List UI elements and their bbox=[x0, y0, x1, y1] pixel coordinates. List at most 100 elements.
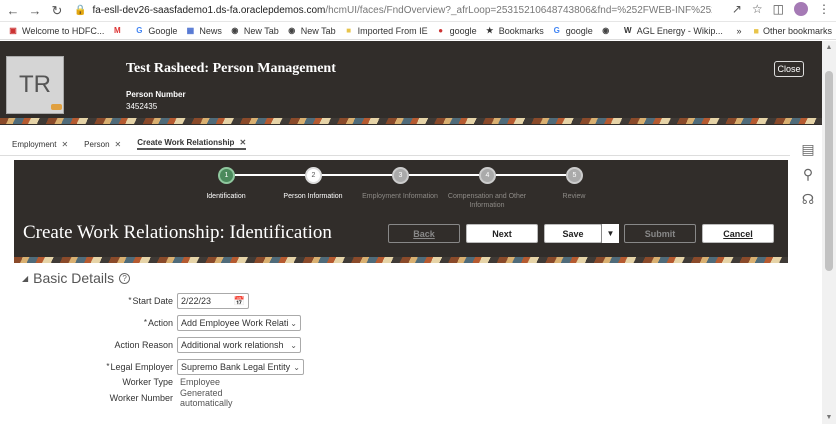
share-icon[interactable]: ↗ bbox=[732, 2, 742, 16]
bookmark-gmail[interactable]: M bbox=[112, 26, 126, 36]
news-icon: ▦ bbox=[186, 26, 195, 35]
collapse-triangle-icon[interactable]: ◢ bbox=[22, 274, 28, 283]
train-step-4: 4 bbox=[479, 167, 496, 184]
field-label-text: Legal Employer bbox=[110, 362, 173, 372]
train-step-label-2: Person Information bbox=[283, 193, 343, 200]
save-button-label: Save bbox=[562, 228, 584, 239]
close-icon[interactable]: ✕ bbox=[115, 140, 122, 149]
close-icon[interactable]: ✕ bbox=[239, 138, 246, 147]
bookmark-google-2[interactable]: ● google bbox=[436, 25, 477, 36]
bookmark-globe[interactable]: ◉ bbox=[601, 26, 615, 36]
chevron-right-icon[interactable]: » bbox=[737, 26, 742, 36]
train-connector bbox=[235, 174, 305, 176]
document-icon[interactable]: ▤ bbox=[799, 140, 817, 158]
bookmark-imported[interactable]: ■ Imported From IE bbox=[344, 26, 427, 36]
google-red-icon: ● bbox=[438, 26, 444, 35]
sidebar-icon[interactable]: ◫ bbox=[773, 2, 784, 16]
bookmark-overflow[interactable]: » ■ Other bookmarks bbox=[737, 22, 832, 40]
chevron-down-icon[interactable]: ⌄ bbox=[290, 341, 297, 350]
train-step-2[interactable]: 2 bbox=[305, 167, 322, 184]
close-icon[interactable]: ✕ bbox=[61, 140, 68, 149]
bookmark-bookmarks[interactable]: ★ Bookmarks bbox=[485, 26, 544, 36]
calendar-icon[interactable]: 📅 bbox=[234, 296, 245, 307]
action-select[interactable]: Add Employee Work Relati ⌄ bbox=[177, 315, 301, 331]
search-icon[interactable]: ⚲ bbox=[799, 165, 817, 183]
bookmark-newtab-1[interactable]: ◉ New Tab bbox=[230, 25, 279, 36]
bookmark-label: google bbox=[565, 25, 593, 36]
bookmark-label: New Tab bbox=[300, 25, 336, 36]
forward-arrow-icon[interactable]: → bbox=[26, 2, 44, 20]
google-icon: G bbox=[136, 26, 143, 35]
back-arrow-icon[interactable]: ← bbox=[4, 2, 22, 20]
scroll-up-icon[interactable]: ▲ bbox=[825, 44, 833, 51]
train-step-1[interactable]: 1 bbox=[218, 167, 235, 184]
bookmark-agl[interactable]: W AGL Energy - Wikip... bbox=[623, 26, 723, 36]
bookmark-google-3[interactable]: Ggoogle bbox=[552, 26, 593, 36]
star-icon[interactable]: ☆ bbox=[752, 2, 763, 16]
worker-number-label: Worker Number bbox=[109, 393, 173, 403]
url-path: /hcmUI/faces/FndOverview?_afrLoop=253152… bbox=[325, 5, 713, 16]
tab-person[interactable]: Person ✕ bbox=[84, 140, 121, 149]
avatar: TR bbox=[6, 56, 64, 114]
legal-employer-value: Supremo Bank Legal Entity bbox=[181, 362, 291, 372]
submit-button-label: Submit bbox=[644, 228, 676, 239]
hdfc-icon: ▣ bbox=[9, 26, 17, 35]
bookmark-label: News bbox=[199, 25, 222, 36]
headset-icon[interactable]: ☊ bbox=[799, 190, 817, 208]
gmail-icon: M bbox=[114, 26, 121, 35]
scrollbar[interactable]: ▲ ▼ bbox=[822, 41, 836, 424]
back-button[interactable]: Back bbox=[388, 224, 460, 243]
field-label-text: Action bbox=[147, 318, 173, 328]
tab-label: Create Work Relationship bbox=[137, 138, 235, 147]
person-number-value: 3452435 bbox=[126, 102, 158, 111]
reload-icon[interactable]: ↻ bbox=[48, 2, 66, 20]
bookmark-google[interactable]: G Google bbox=[134, 26, 177, 36]
next-button[interactable]: Next bbox=[466, 224, 538, 243]
bookmark-label: New Tab bbox=[243, 25, 279, 36]
scroll-down-icon[interactable]: ▼ bbox=[825, 414, 833, 421]
bookmark-news[interactable]: ▦ News bbox=[185, 26, 222, 36]
field-label-text: Start Date bbox=[132, 296, 173, 306]
train-step-label-4: Compensation and Other Information bbox=[447, 193, 527, 209]
start-date-value: 2/22/23 bbox=[181, 296, 212, 306]
worker-type-value: Employee bbox=[180, 377, 221, 387]
chevron-down-icon[interactable]: ⌄ bbox=[293, 363, 300, 372]
action-reason-select[interactable]: Additional work relationsh ⌄ bbox=[177, 337, 301, 353]
url-field[interactable]: fa-esll-dev26-saasfademo1.ds-fa.oraclepd… bbox=[92, 5, 712, 16]
action-label: *Action bbox=[143, 318, 173, 328]
submit-button[interactable]: Submit bbox=[624, 224, 696, 243]
chevron-down-icon[interactable]: ⌄ bbox=[290, 319, 297, 328]
train-connector bbox=[496, 174, 566, 176]
save-button[interactable]: Save bbox=[544, 224, 602, 243]
field-label-text: Action Reason bbox=[114, 340, 173, 350]
tab-bar: Employment ✕ Person ✕ Create Work Relation… bbox=[0, 135, 250, 153]
train-connector bbox=[322, 174, 392, 176]
globe-icon: ◉ bbox=[231, 26, 239, 35]
train-step-3: 3 bbox=[392, 167, 409, 184]
start-date-field[interactable]: 2/22/23 📅 bbox=[177, 293, 249, 309]
url-host: fa-esll-dev26-saasfademo1.ds-fa.oraclepd… bbox=[92, 5, 326, 16]
tab-employment[interactable]: Employment ✕ bbox=[12, 140, 68, 149]
bookmark-label: google bbox=[449, 25, 477, 36]
legal-employer-select[interactable]: Supremo Bank Legal Entity ⌄ bbox=[177, 359, 304, 375]
avatar-initials: TR bbox=[19, 71, 51, 98]
save-menu-caret-icon[interactable]: ▼ bbox=[601, 224, 619, 243]
train-step-5: 5 bbox=[566, 167, 583, 184]
menu-dots-icon[interactable]: ⋮ bbox=[818, 2, 830, 16]
bookmark-hdfc[interactable]: ▣ Welcome to HDFC... bbox=[8, 26, 104, 36]
other-bookmarks[interactable]: Other bookmarks bbox=[763, 26, 832, 36]
folder-icon: ■ bbox=[753, 26, 759, 36]
avatar-badge bbox=[51, 104, 62, 110]
basic-details-header[interactable]: ◢ Basic Details ? bbox=[22, 270, 131, 286]
bookmark-label: Google bbox=[148, 25, 178, 36]
bookmark-newtab-2[interactable]: ◉ New Tab bbox=[287, 25, 336, 36]
worker-number-value: Generated automatically bbox=[180, 388, 233, 408]
tab-create-work-relationship[interactable]: Create Work Relationship ✕ bbox=[137, 138, 247, 150]
help-icon[interactable]: ? bbox=[119, 272, 131, 284]
cancel-button[interactable]: Cancel bbox=[702, 224, 774, 243]
globe-icon: ◉ bbox=[288, 26, 296, 35]
profile-avatar[interactable] bbox=[794, 2, 808, 16]
train-step-label-5: Review bbox=[562, 193, 586, 200]
scroll-thumb[interactable] bbox=[825, 71, 833, 271]
close-button[interactable]: Close bbox=[774, 61, 804, 77]
